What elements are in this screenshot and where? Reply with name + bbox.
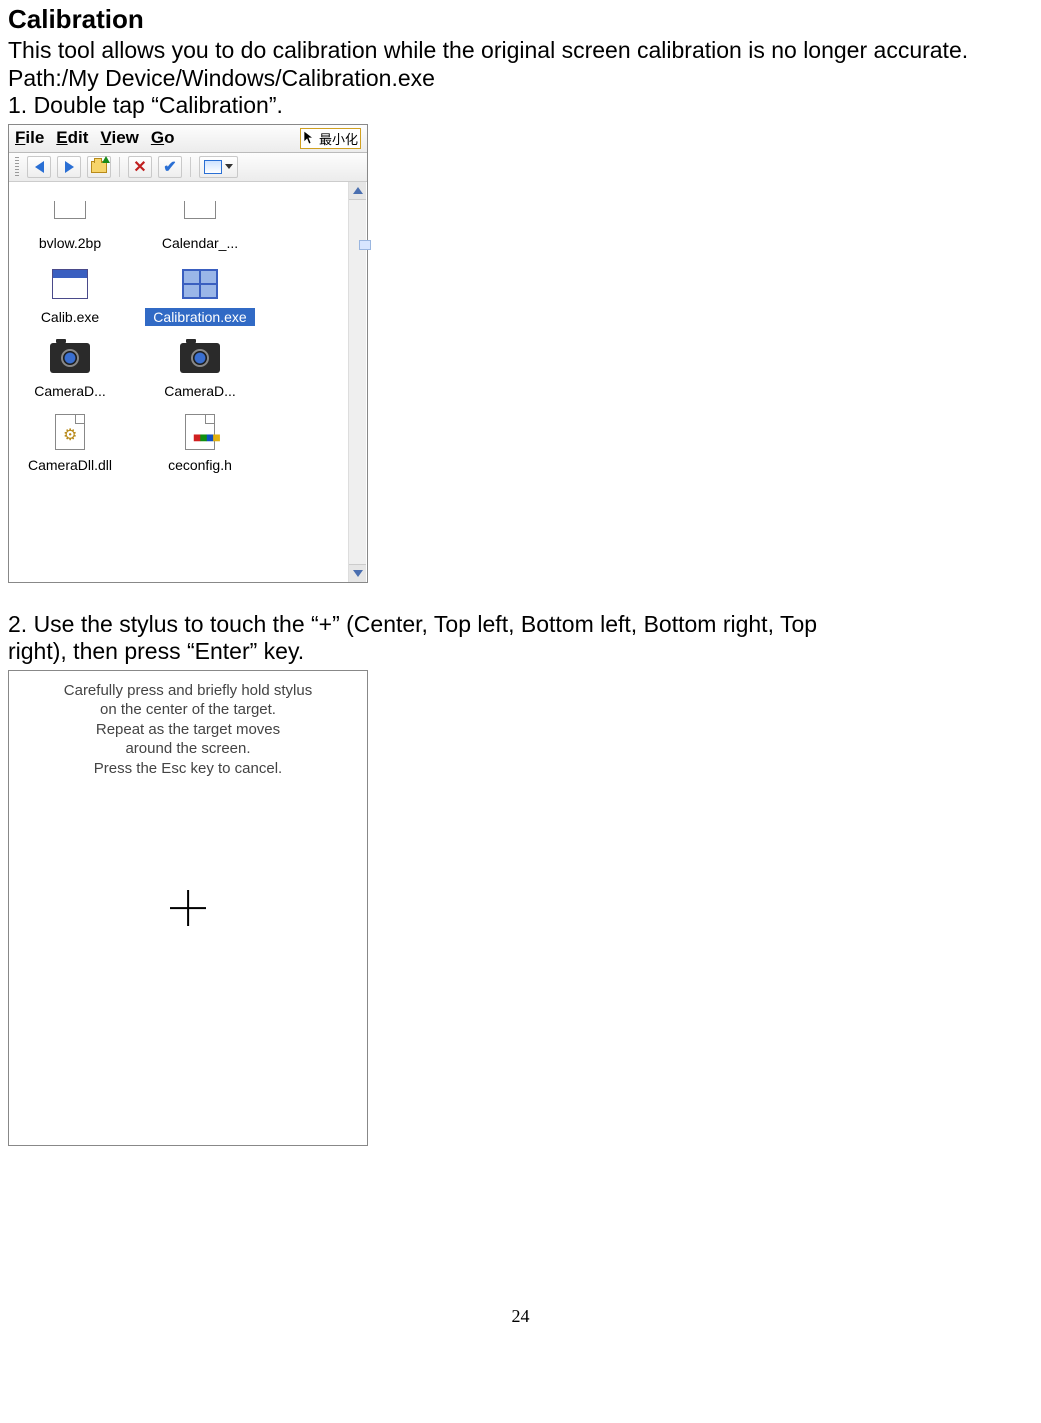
scroll-up-button[interactable]	[349, 182, 366, 200]
file-item-ceconfig[interactable]: ■■■■ ceconfig.h	[145, 412, 255, 474]
toolbar-separator	[119, 157, 120, 177]
file-label: Calendar_...	[145, 234, 255, 252]
path-text: Path:/My Device/Windows/Calibration.exe	[8, 65, 1033, 93]
arrow-left-icon	[35, 161, 44, 173]
toolbar-separator	[190, 157, 191, 177]
calib-line: on the center of the target.	[25, 700, 351, 720]
arrow-right-icon	[65, 161, 74, 173]
back-button[interactable]	[27, 156, 51, 178]
menu-view[interactable]: View	[100, 128, 138, 148]
calib-line: Press the Esc key to cancel.	[25, 759, 351, 779]
intro-text: This tool allows you to do calibration w…	[8, 37, 1033, 65]
file-item-camera-2[interactable]: CameraD...	[145, 338, 255, 400]
window-icon	[204, 160, 222, 174]
delete-button[interactable]: ✕	[128, 156, 152, 178]
application-icon	[52, 269, 88, 299]
toolbar-grip-icon	[15, 157, 19, 177]
scroll-down-button[interactable]	[349, 564, 366, 582]
file-label: ceconfig.h	[145, 456, 255, 474]
explorer-menubar: File Edit View Go 最小化	[9, 125, 367, 153]
step1-text: 1. Double tap “Calibration”.	[8, 92, 1033, 120]
annotation-label: 最小化	[319, 129, 358, 148]
folder-up-icon	[91, 161, 107, 173]
file-item-bvlow[interactable]: bvlow.2bp	[15, 190, 125, 252]
bitmap-file-icon	[54, 201, 86, 219]
x-icon: ✕	[133, 157, 146, 177]
view-mode-button[interactable]	[199, 156, 238, 178]
file-label: CameraD...	[145, 382, 255, 400]
file-label: bvlow.2bp	[15, 234, 125, 252]
file-item-cameradll[interactable]: ⚙ CameraDll.dll	[15, 412, 125, 474]
file-label: Calib.exe	[15, 308, 125, 326]
calib-line: Carefully press and briefly hold stylus	[25, 681, 351, 701]
calibration-target-crosshair-icon[interactable]	[170, 890, 206, 926]
file-label: CameraDll.dll	[15, 456, 125, 474]
file-label: Calibration.exe	[145, 308, 255, 326]
properties-button[interactable]: ✔	[158, 156, 182, 178]
triangle-up-icon	[353, 187, 363, 194]
header-file-icon: ■■■■	[185, 414, 215, 450]
explorer-toolbar: ✕ ✔	[9, 153, 367, 182]
vertical-scrollbar[interactable]	[348, 182, 366, 582]
dll-file-icon: ⚙	[55, 414, 85, 450]
calib-line: Repeat as the target moves	[25, 720, 351, 740]
forward-button[interactable]	[57, 156, 81, 178]
camera-icon	[180, 343, 220, 373]
chevron-down-icon	[225, 164, 233, 169]
cursor-icon	[303, 130, 317, 146]
up-folder-button[interactable]	[87, 156, 111, 178]
check-icon: ✔	[163, 157, 176, 177]
menu-edit[interactable]: Edit	[56, 128, 88, 148]
bitmap-file-icon	[184, 201, 216, 219]
menu-go[interactable]: Go	[151, 128, 175, 148]
scroll-thumb-indicator	[359, 240, 371, 250]
explorer-body: bvlow.2bp Calendar_... Calib.exe Calibra…	[9, 182, 367, 582]
calibration-instructions: Carefully press and briefly hold stylus …	[9, 671, 367, 779]
file-label: CameraD...	[15, 382, 125, 400]
page-number: 24	[8, 1306, 1033, 1327]
file-item-calendar[interactable]: Calendar_...	[145, 190, 255, 252]
file-item-calibration-exe[interactable]: Calibration.exe	[145, 264, 255, 326]
calib-line: around the screen.	[25, 739, 351, 759]
executable-icon	[182, 269, 218, 299]
file-explorer-screenshot: File Edit View Go 最小化 ✕ ✔	[8, 124, 368, 583]
minimize-annotation: 最小化	[300, 128, 361, 149]
step2-text-line1: 2. Use the stylus to touch the “+” (Cent…	[8, 611, 1033, 639]
triangle-down-icon	[353, 570, 363, 577]
camera-icon	[50, 343, 90, 373]
calibration-screenshot: Carefully press and briefly hold stylus …	[8, 670, 368, 1146]
menu-file[interactable]: File	[15, 128, 44, 148]
step2-text-line2: right), then press “Enter” key.	[8, 638, 1033, 666]
file-item-camera-1[interactable]: CameraD...	[15, 338, 125, 400]
file-item-calib-exe[interactable]: Calib.exe	[15, 264, 125, 326]
section-heading: Calibration	[8, 4, 1033, 35]
